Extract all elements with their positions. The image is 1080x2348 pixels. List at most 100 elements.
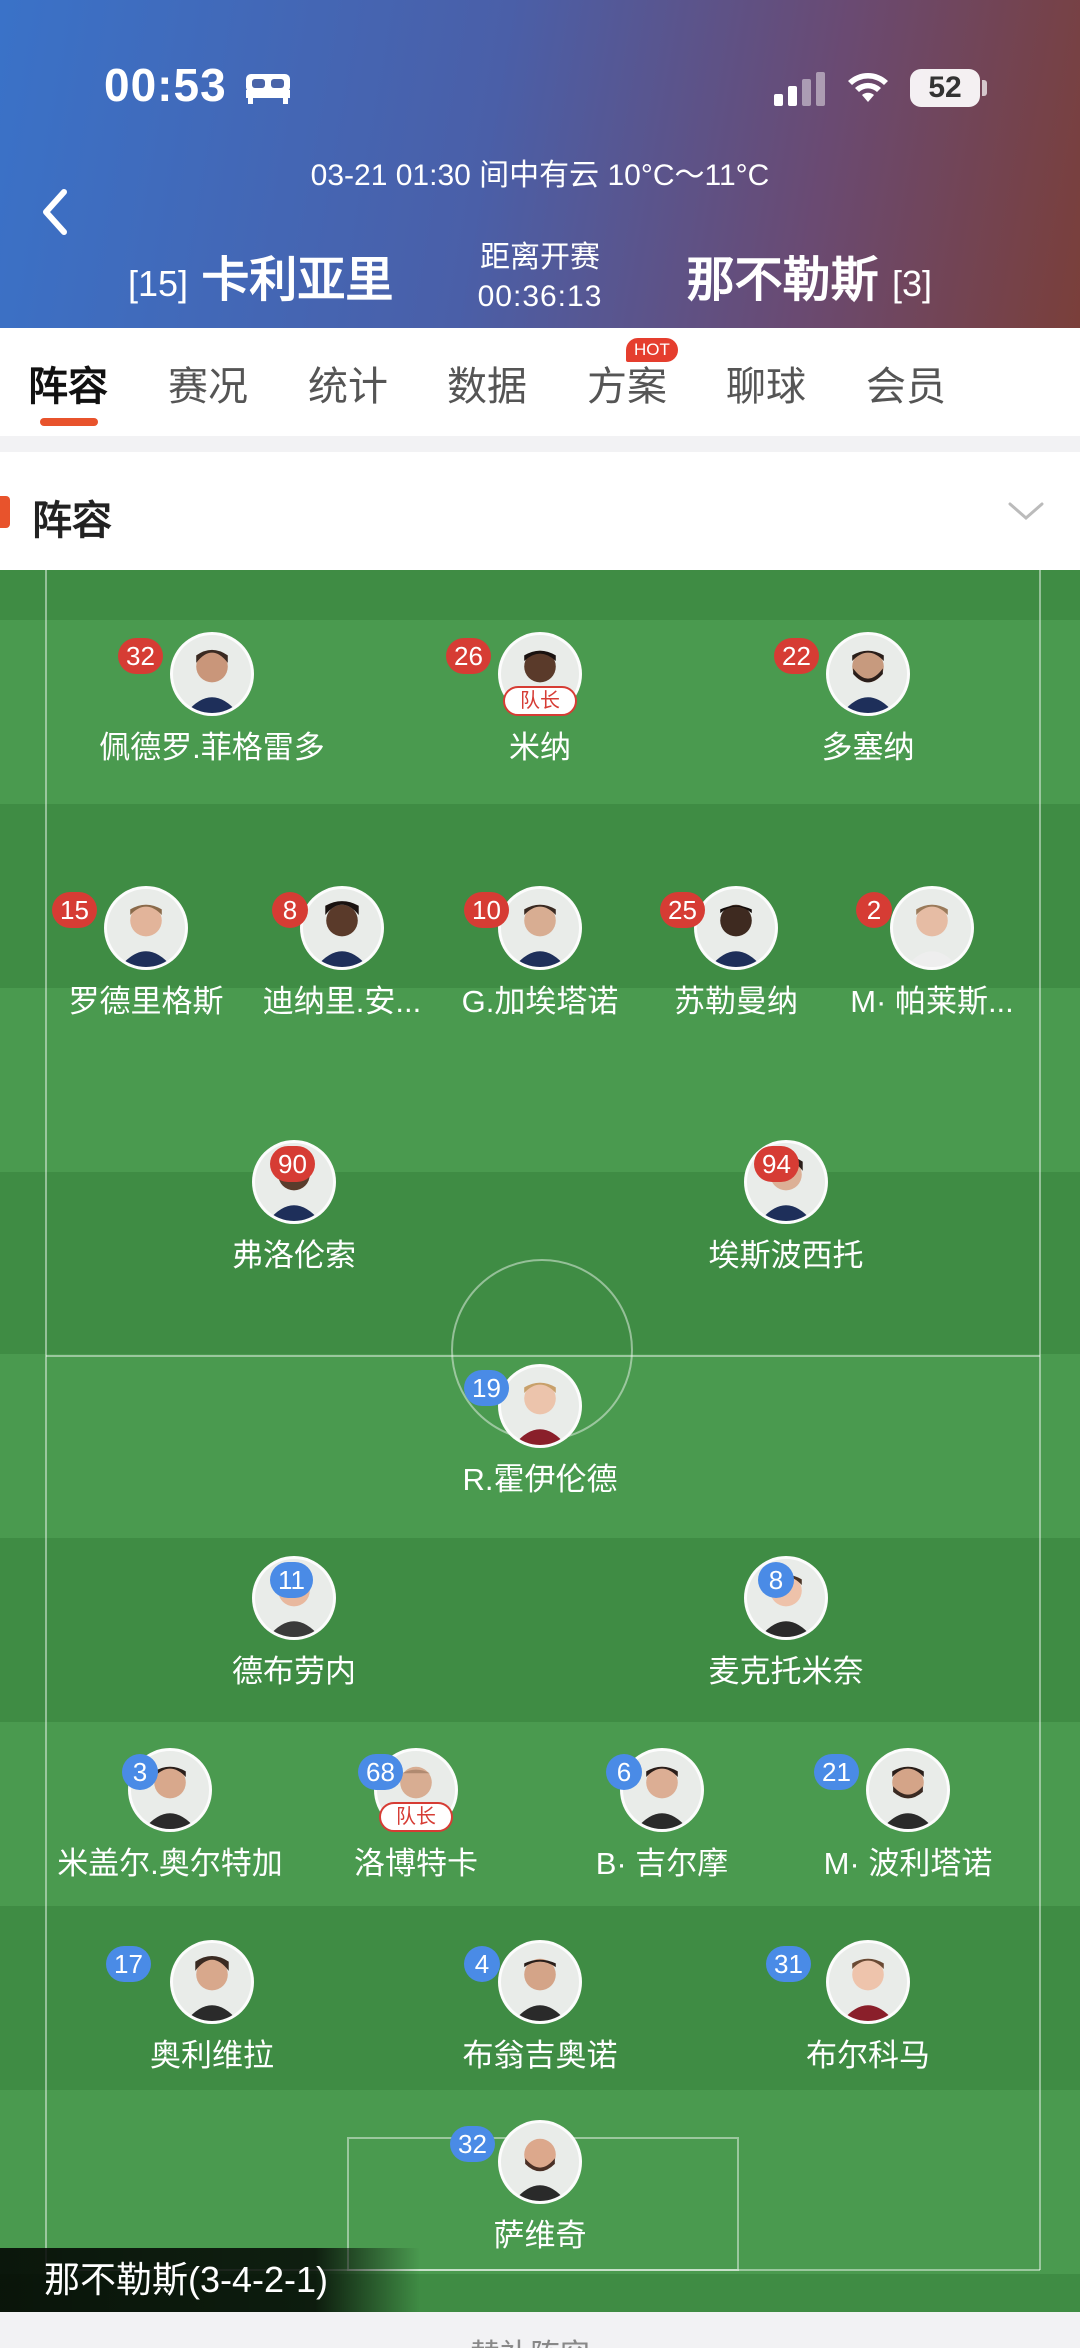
away-team-rank: [3] bbox=[891, 263, 932, 304]
tab-stats[interactable]: 统计 bbox=[308, 354, 388, 412]
player-avatar bbox=[890, 886, 974, 970]
section-title: 阵容 bbox=[32, 499, 112, 543]
cellular-signal-icon bbox=[774, 72, 825, 106]
player-card[interactable]: 22 多塞纳 bbox=[748, 632, 988, 767]
jersey-number: 19 bbox=[464, 1370, 509, 1406]
player-card[interactable]: 32 佩德罗.菲格雷多 bbox=[92, 632, 332, 767]
captain-badge: 队长 bbox=[503, 686, 577, 716]
player-avatar bbox=[866, 1748, 950, 1832]
player-card[interactable]: 11 德布劳内 bbox=[174, 1556, 414, 1691]
tab-match-status[interactable]: 赛况 bbox=[168, 354, 248, 412]
jersey-number: 4 bbox=[464, 1946, 500, 1982]
player-name: M· 波利塔诺 bbox=[823, 1846, 993, 1881]
player-avatar bbox=[498, 886, 582, 970]
player-card[interactable]: 4 布翁吉奥诺 bbox=[420, 1940, 660, 2075]
jersey-number: 21 bbox=[814, 1754, 859, 1790]
jersey-number: 26 bbox=[446, 638, 491, 674]
jersey-number: 17 bbox=[106, 1946, 151, 1982]
home-team-name: 卡利亚里 bbox=[201, 254, 394, 307]
battery-indicator: 52 bbox=[910, 69, 980, 107]
player-avatar bbox=[694, 886, 778, 970]
player-card[interactable]: 8 麦克托米奈 bbox=[666, 1556, 906, 1691]
jersey-number: 31 bbox=[766, 1946, 811, 1982]
countdown-value: 00:36:13 bbox=[477, 280, 603, 313]
player-name: 麦克托米奈 bbox=[708, 1654, 864, 1689]
active-tab-indicator bbox=[40, 418, 98, 426]
player-card[interactable]: 21 M· 波利塔诺 bbox=[788, 1748, 1028, 1883]
player-name: 洛博特卡 bbox=[354, 1846, 478, 1881]
player-name: 奥利维拉 bbox=[150, 2038, 274, 2073]
player-name: 米盖尔.奥尔特加 bbox=[57, 1846, 283, 1881]
player-card[interactable]: 19 R.霍伊伦德 bbox=[420, 1364, 660, 1499]
player-avatar bbox=[170, 632, 254, 716]
jersey-number: 25 bbox=[660, 892, 705, 928]
tab-data[interactable]: 数据 bbox=[447, 354, 527, 412]
player-name: 多塞纳 bbox=[821, 730, 915, 765]
status-bar: 00:53 52 bbox=[0, 0, 1080, 150]
player-avatar bbox=[104, 886, 188, 970]
battery-tip bbox=[982, 80, 987, 96]
player-name: 布翁吉奥诺 bbox=[462, 2038, 618, 2073]
tab-lineup[interactable]: 阵容 bbox=[28, 354, 108, 412]
player-name: 埃斯波西托 bbox=[708, 1238, 864, 1273]
jersey-number: 2 bbox=[856, 892, 892, 928]
player-avatar bbox=[498, 1940, 582, 2024]
section-accent-bar bbox=[0, 496, 10, 528]
player-avatar bbox=[826, 1940, 910, 2024]
player-name: 弗洛伦索 bbox=[232, 1238, 356, 1273]
captain-badge: 队长 bbox=[379, 1802, 453, 1832]
player-card[interactable]: 2 M· 帕莱斯... bbox=[812, 886, 1052, 1021]
home-team-rank: [15] bbox=[128, 263, 189, 304]
away-team[interactable]: 那不勒斯 [3] bbox=[687, 240, 932, 310]
home-team[interactable]: [15] 卡利亚里 bbox=[128, 240, 393, 310]
jersey-number: 94 bbox=[754, 1146, 799, 1182]
jersey-number: 22 bbox=[774, 638, 819, 674]
jersey-number: 68 bbox=[358, 1754, 403, 1790]
hot-badge: HOT bbox=[626, 338, 678, 362]
player-card[interactable]: 6 B· 吉尔摩 bbox=[542, 1748, 782, 1883]
formation-label: 那不勒斯(3-4-2-1) bbox=[0, 2248, 420, 2312]
player-avatar bbox=[498, 2120, 582, 2204]
tab-plans[interactable]: 方案 bbox=[587, 354, 667, 412]
player-name: 布尔科马 bbox=[806, 2038, 930, 2073]
chevron-down-icon[interactable] bbox=[1006, 496, 1046, 526]
player-card[interactable]: 32 萨维奇 bbox=[420, 2120, 660, 2255]
player-card[interactable]: 31 布尔科马 bbox=[748, 1940, 988, 2075]
jersey-number: 6 bbox=[606, 1754, 642, 1790]
player-name: B· 吉尔摩 bbox=[595, 1846, 729, 1881]
kickoff-countdown: 距离开赛 00:36:13 bbox=[460, 232, 620, 314]
player-card[interactable]: 90 弗洛伦索 bbox=[174, 1140, 414, 1275]
jersey-number: 3 bbox=[122, 1754, 158, 1790]
player-card[interactable]: 26 队长 米纳 bbox=[420, 632, 660, 767]
match-header: 00:53 52 03-21 01:30 间中有云 10°C～11°C [15] bbox=[0, 0, 1080, 328]
countdown-label: 距离开赛 bbox=[480, 241, 600, 274]
jersey-number: 32 bbox=[450, 2126, 495, 2162]
player-name: 德布劳内 bbox=[232, 1654, 356, 1689]
player-name: 米纳 bbox=[509, 730, 571, 765]
player-card[interactable]: 17 奥利维拉 bbox=[92, 1940, 332, 2075]
jersey-number: 11 bbox=[270, 1562, 313, 1598]
player-avatar bbox=[300, 886, 384, 970]
jersey-number: 90 bbox=[270, 1146, 315, 1182]
player-avatar bbox=[498, 1364, 582, 1448]
player-card[interactable]: 3 米盖尔.奥尔特加 bbox=[50, 1748, 290, 1883]
player-name: M· 帕莱斯... bbox=[850, 984, 1014, 1019]
tab-membership[interactable]: 会员 bbox=[866, 354, 946, 412]
tab-chat[interactable]: 聊球 bbox=[726, 354, 806, 412]
jersey-number: 8 bbox=[758, 1562, 794, 1598]
back-arrow-icon[interactable] bbox=[36, 184, 76, 240]
player-name: 佩德罗.菲格雷多 bbox=[99, 730, 325, 765]
away-team-name: 那不勒斯 bbox=[686, 254, 879, 307]
jersey-number: 8 bbox=[272, 892, 308, 928]
wifi-icon bbox=[848, 73, 888, 102]
substitutes-heading[interactable]: 替补阵容 bbox=[470, 2330, 590, 2348]
lineup-section-header[interactable]: 阵容 bbox=[0, 452, 1080, 570]
player-avatar bbox=[170, 1940, 254, 2024]
tab-bar: 阵容 赛况 统计 数据 方案 HOT 聊球 会员 bbox=[0, 328, 1080, 436]
player-avatar bbox=[826, 632, 910, 716]
player-card[interactable]: 94 埃斯波西托 bbox=[666, 1140, 906, 1275]
jersey-number: 32 bbox=[118, 638, 163, 674]
player-card[interactable]: 68 队长 洛博特卡 bbox=[296, 1748, 536, 1883]
jersey-number: 15 bbox=[52, 892, 97, 928]
match-datetime-weather: 03-21 01:30 间中有云 10°C～11°C bbox=[310, 159, 770, 192]
